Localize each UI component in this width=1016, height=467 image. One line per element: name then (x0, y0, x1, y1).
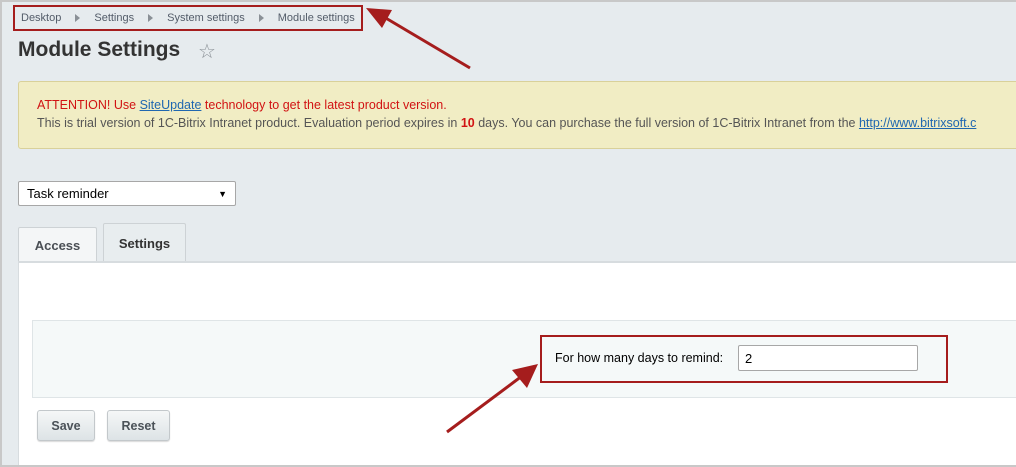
breadcrumb-system-settings[interactable]: System settings (167, 12, 245, 24)
tab-access[interactable]: Access (18, 227, 97, 263)
trial-notice: ATTENTION! Use SiteUpdate technology to … (18, 81, 1016, 149)
save-button[interactable]: Save (37, 410, 95, 441)
caret-down-icon: ▼ (218, 188, 227, 199)
breadcrumb-module-settings[interactable]: Module settings (278, 12, 355, 24)
star-outline-icon[interactable]: ☆ (198, 42, 216, 62)
module-select-value: Task reminder (27, 186, 109, 201)
breadcrumb-settings[interactable]: Settings (94, 12, 134, 24)
reset-button[interactable]: Reset (107, 410, 170, 441)
attention-message: ATTENTION! Use SiteUpdate technology to … (37, 98, 1016, 116)
days-to-remind-input[interactable] (738, 345, 918, 371)
purchase-link[interactable]: http://www.bitrixsoft.c (859, 116, 976, 130)
trial-message: This is trial version of 1C-Bitrix Intra… (37, 116, 1016, 130)
page-title: Module Settings (18, 38, 181, 61)
trial-prefix: This is trial version of 1C-Bitrix Intra… (37, 116, 461, 130)
trial-days: 10 (460, 116, 475, 130)
module-select[interactable]: Task reminder ▼ (18, 181, 236, 206)
attention-prefix: ATTENTION! Use (37, 98, 140, 112)
app-window: Desktop Settings System settings Module … (0, 0, 1016, 467)
breadcrumb: Desktop Settings System settings Module … (13, 5, 363, 31)
breadcrumb-chevron-icon (148, 14, 154, 22)
tab-settings[interactable]: Settings (103, 223, 186, 263)
siteupdate-link[interactable]: SiteUpdate (140, 98, 202, 112)
days-to-remind-label: For how many days to remind: (555, 351, 724, 365)
attention-suffix: technology to get the latest product ver… (201, 98, 447, 112)
breadcrumb-chevron-icon (75, 14, 81, 22)
trial-suffix: days. You can purchase the full version … (474, 116, 859, 130)
breadcrumb-chevron-icon (258, 14, 264, 22)
breadcrumb-desktop[interactable]: Desktop (21, 12, 61, 24)
